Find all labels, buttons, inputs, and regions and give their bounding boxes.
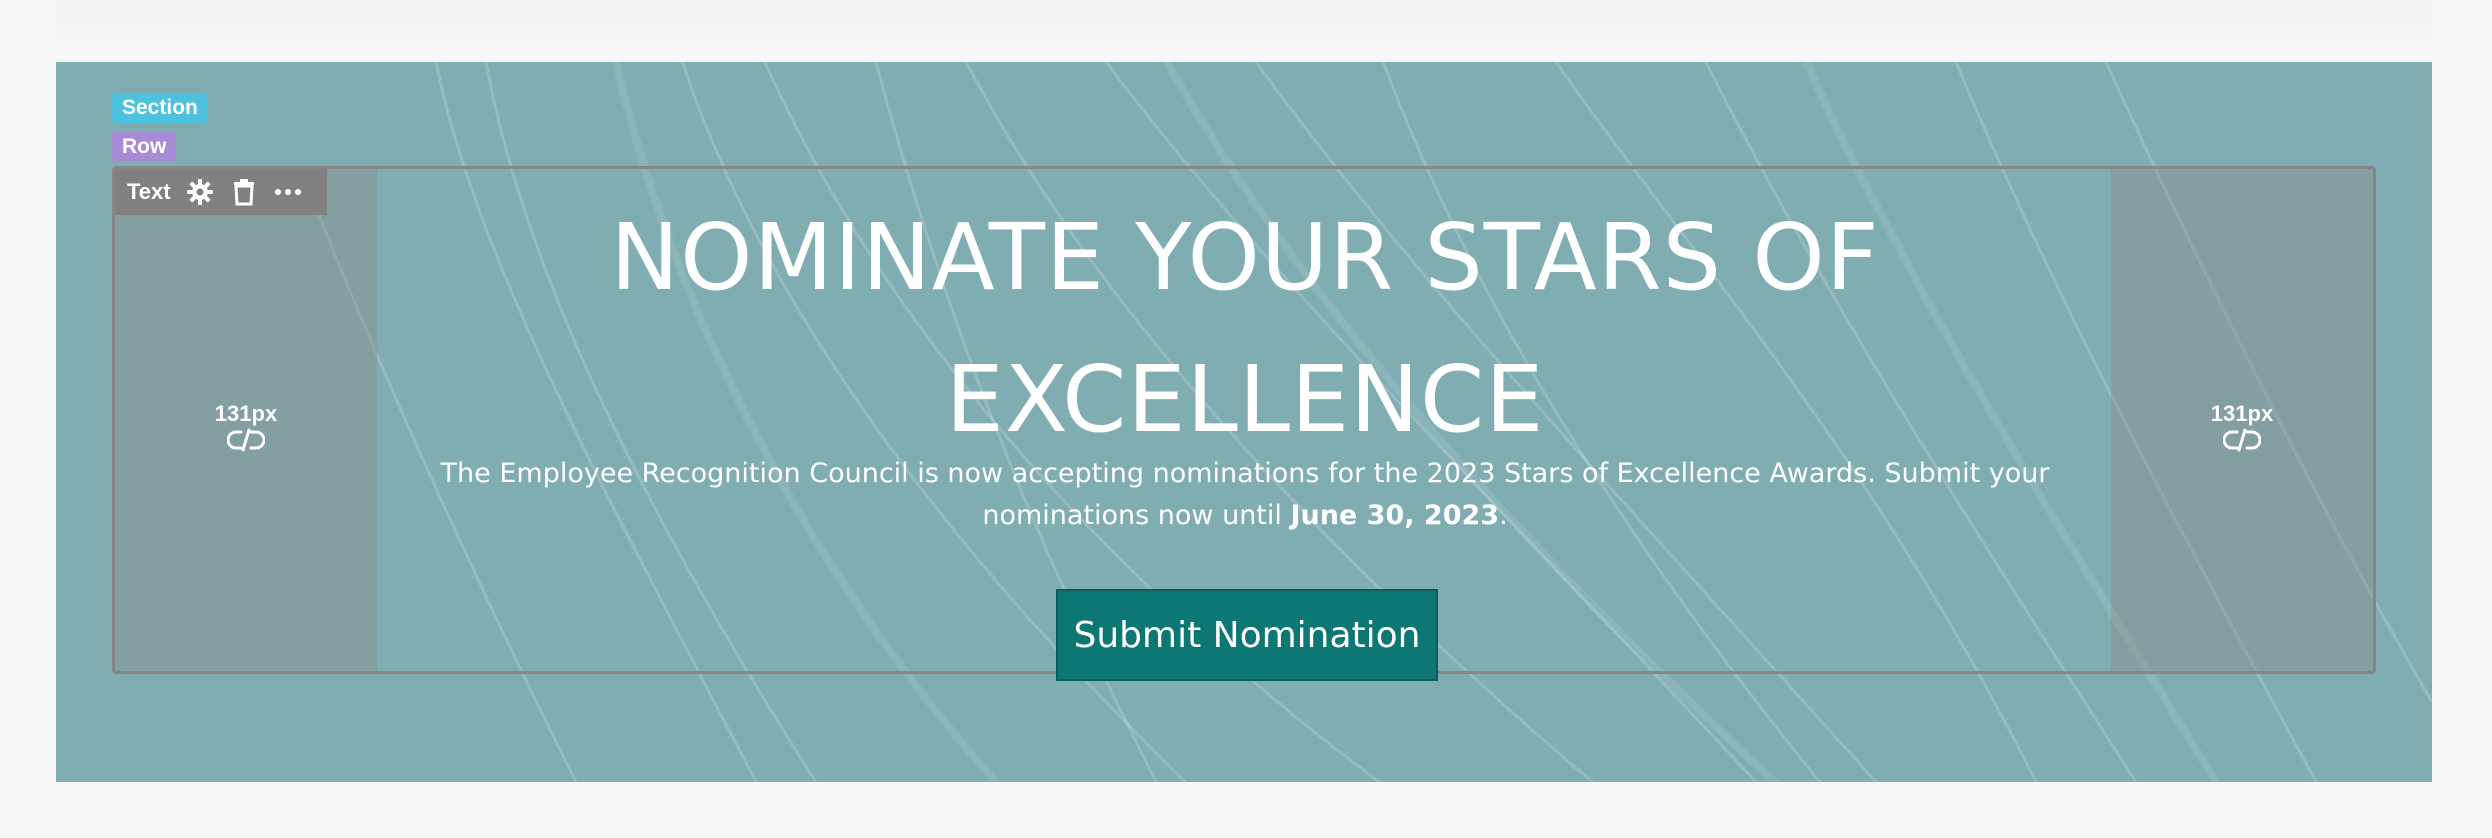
gear-icon[interactable] [185,177,215,207]
editor-top-area [0,0,2492,60]
row-tag[interactable]: Row [112,132,177,162]
hero-headline[interactable]: NOMINATE YOUR STARS OF EXCELLENCE [377,187,2113,471]
section-tag[interactable]: Section [112,93,208,123]
right-padding-handle[interactable]: 131px [2111,169,2373,671]
description-end: . [1499,500,1508,531]
headline-line-2: EXCELLENCE [945,346,1545,453]
hero-section[interactable]: Section Row 131px 131px Text NOMINATE YO… [56,62,2432,782]
editor-bottom-area [0,782,2492,838]
more-icon[interactable] [273,177,303,207]
unlink-icon[interactable] [227,427,265,453]
text-module-toolbar: Text [115,169,327,215]
editor-left-gutter [0,0,56,838]
description-text: The Employee Recognition Council is now … [440,458,2050,531]
deadline-date: June 30, 2023 [1290,500,1500,531]
right-padding-value: 131px [2210,401,2274,426]
editor-right-gutter [2432,0,2492,838]
row-container[interactable]: 131px 131px Text NOMINATE YOUR STARS OF … [112,166,2376,681]
headline-line-1: NOMINATE YOUR STARS OF [610,204,1880,311]
unlink-icon[interactable] [2223,427,2261,453]
left-padding-value: 131px [214,401,278,426]
submit-nomination-button[interactable]: Submit Nomination [1056,589,1438,681]
trash-icon[interactable] [229,177,259,207]
left-padding-handle[interactable]: 131px [115,169,377,671]
toolbar-label: Text [127,179,171,204]
hero-description[interactable]: The Employee Recognition Council is now … [405,453,2085,537]
